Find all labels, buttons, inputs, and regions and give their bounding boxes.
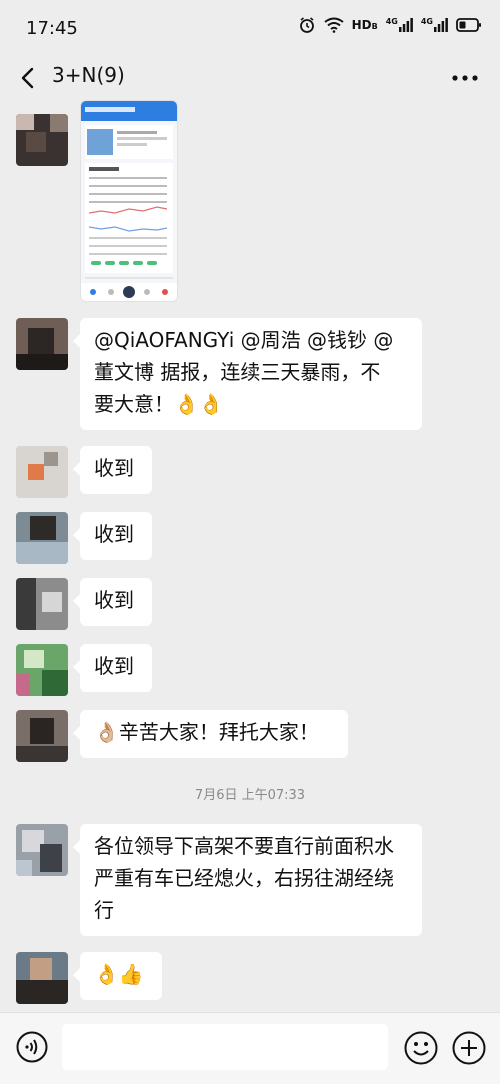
weather-screenshot-thumbnail xyxy=(81,101,177,301)
emoji-button[interactable] xyxy=(404,1031,438,1065)
status-time: 17:45 xyxy=(26,18,78,39)
message-text-line: 各位领导下高架不要直行前面积水 xyxy=(94,834,394,858)
avatar[interactable] xyxy=(16,114,68,166)
status-bar: 17:45 HDB 4G 4G xyxy=(0,0,500,58)
message-text: 收到 xyxy=(94,588,134,612)
message-bubble[interactable]: 收到 xyxy=(73,578,152,626)
battery-icon xyxy=(456,18,481,32)
avatar[interactable] xyxy=(16,318,68,370)
message-list[interactable]: @QiAOFANGYi @周浩 @钱钞 @ 董文博 据报，连续三天暴雨，不 要大… xyxy=(0,100,500,1012)
message-bubble[interactable]: 收到 xyxy=(73,512,152,560)
message-bubble[interactable]: 各位领导下高架不要直行前面积水 严重有车已经熄火，右拐往湖经绕 行 xyxy=(73,824,422,936)
chat-title: 3+N(9) xyxy=(52,63,125,87)
message-text-line: 董文博 据报，连续三天暴雨，不 xyxy=(94,360,381,384)
message-text-line: 要大意！👌👌 xyxy=(94,392,224,416)
more-dots-icon xyxy=(452,75,478,81)
message-input[interactable] xyxy=(62,1024,388,1070)
signal-1: 4G xyxy=(386,18,413,32)
message-timestamp: 7月6日 上午07:33 xyxy=(194,788,306,803)
avatar[interactable] xyxy=(16,824,68,876)
message-text-line: 严重有车已经熄火，右拐往湖经绕 xyxy=(94,866,394,890)
message-text: 收到 xyxy=(94,522,134,546)
message-text: 收到 xyxy=(94,654,134,678)
ok-hand-emoji: 👌🏼 xyxy=(94,720,119,744)
avatar[interactable] xyxy=(16,446,68,498)
message-text-line: @QiAOFANGYi @周浩 @钱钞 @ xyxy=(94,328,394,352)
smiley-icon xyxy=(404,1031,438,1065)
more-functions-button[interactable] xyxy=(452,1031,486,1065)
voice-icon xyxy=(16,1031,48,1063)
voice-button[interactable] xyxy=(16,1031,48,1063)
emoji-message: 👌👍 xyxy=(94,962,144,986)
message-text-line: 行 xyxy=(94,898,114,922)
message-text: 收到 xyxy=(94,456,134,480)
avatar[interactable] xyxy=(16,578,68,630)
message-bubble[interactable]: @QiAOFANGYi @周浩 @钱钞 @ 董文博 据报，连续三天暴雨，不 要大… xyxy=(73,318,422,430)
signal-bars-icon xyxy=(398,18,413,32)
avatar[interactable] xyxy=(16,644,68,696)
chat-header: 3+N(9) xyxy=(0,58,500,100)
message-bubble[interactable]: 👌🏼辛苦大家！拜托大家！ xyxy=(73,710,348,758)
message-bubble[interactable]: 收到 xyxy=(73,446,152,494)
more-button[interactable] xyxy=(448,65,482,91)
message-bubble[interactable]: 👌👍 xyxy=(73,952,162,1000)
plus-icon xyxy=(452,1031,486,1065)
message-bubble[interactable]: 收到 xyxy=(73,644,152,692)
back-button[interactable] xyxy=(14,62,44,94)
avatar[interactable] xyxy=(16,710,68,762)
system-icons: HDB 4G 4G xyxy=(298,16,482,34)
chevron-left-icon xyxy=(21,67,34,89)
avatar[interactable] xyxy=(16,512,68,564)
image-message[interactable] xyxy=(80,100,178,302)
input-bar xyxy=(0,1012,500,1084)
message-text: 👌🏼辛苦大家！拜托大家！ xyxy=(94,720,319,744)
wifi-icon xyxy=(323,17,344,33)
signal-bars-icon xyxy=(434,18,448,32)
ok-hand-emoji: 👌👌 xyxy=(174,392,224,416)
signal-2: 4G xyxy=(421,18,448,32)
avatar[interactable] xyxy=(16,952,68,1004)
hd-label: HDB xyxy=(351,18,378,32)
alarm-icon xyxy=(299,17,314,33)
